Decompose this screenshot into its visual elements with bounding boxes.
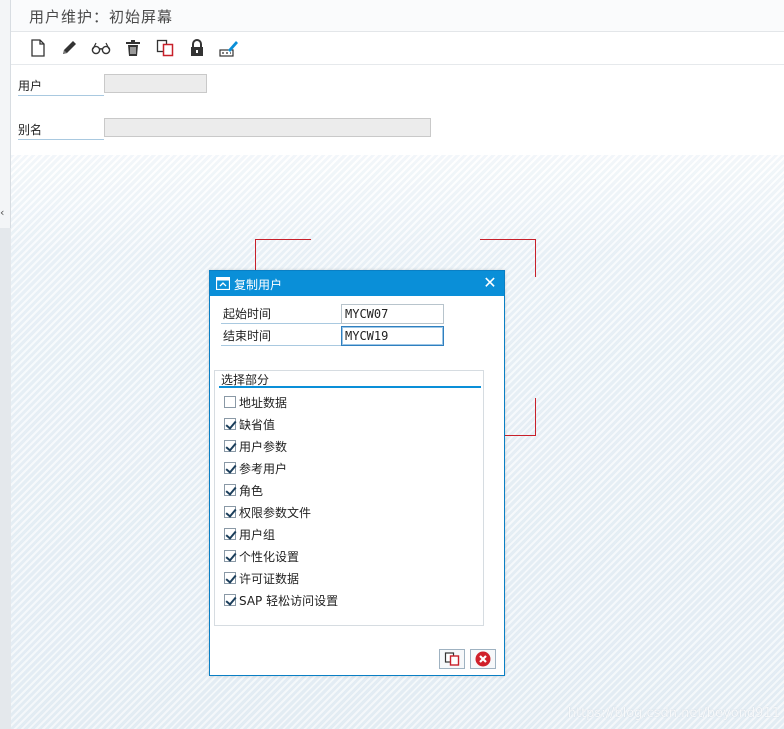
- checkbox[interactable]: [224, 572, 236, 584]
- option-label: 缺省值: [239, 417, 276, 432]
- option-personalization[interactable]: 个性化设置: [224, 547, 299, 565]
- alias-input[interactable]: [104, 118, 431, 137]
- create-button[interactable]: [26, 37, 50, 59]
- trash-icon: [126, 40, 140, 56]
- cancel-button[interactable]: [470, 649, 496, 669]
- copy-icon: [444, 652, 460, 666]
- user-input[interactable]: [104, 74, 207, 93]
- option-label: SAP 轻松访问设置: [239, 593, 339, 608]
- glasses-icon: [91, 42, 111, 55]
- group-title: 选择部分: [219, 372, 481, 388]
- copy-icon: [156, 39, 174, 57]
- close-icon[interactable]: ✕: [482, 274, 498, 292]
- copy-button[interactable]: [153, 37, 177, 59]
- copy-confirm-button[interactable]: [439, 649, 465, 669]
- lock-button[interactable]: [185, 37, 209, 59]
- copy-user-dialog: 复制用户 ✕ 起始时间 MYCW07 结束时间 MYCW19 选择部分 地址数据…: [209, 270, 505, 676]
- checkbox[interactable]: [224, 462, 236, 474]
- option-label: 用户参数: [239, 439, 288, 454]
- option-label: 许可证数据: [239, 571, 300, 586]
- password-pen-icon: [219, 41, 238, 57]
- lock-icon: [191, 39, 203, 56]
- display-button[interactable]: [89, 37, 113, 59]
- user-label: 用户: [18, 77, 104, 96]
- application-toolbar: [11, 32, 784, 65]
- option-user-parameters[interactable]: 用户参数: [224, 437, 287, 455]
- from-user-label: 起始时间: [221, 304, 341, 324]
- checkbox[interactable]: [224, 550, 236, 562]
- option-label: 地址数据: [239, 395, 288, 410]
- new-document-icon: [31, 39, 45, 57]
- change-password-button[interactable]: [217, 37, 241, 59]
- checkbox[interactable]: [224, 396, 236, 408]
- left-pane-bar: [0, 228, 11, 729]
- option-label: 用户组: [239, 527, 276, 542]
- option-roles[interactable]: 角色: [224, 481, 263, 499]
- option-user-groups[interactable]: 用户组: [224, 525, 275, 543]
- title-bar: 用户维护：初始屏幕: [11, 0, 784, 32]
- option-defaults[interactable]: 缺省值: [224, 415, 275, 433]
- pencil-icon: [63, 41, 76, 54]
- delete-button[interactable]: [121, 37, 145, 59]
- checkbox[interactable]: [224, 418, 236, 430]
- option-label: 权限参数文件: [239, 505, 312, 520]
- collapse-chevron-icon[interactable]: ‹: [0, 206, 6, 220]
- to-user-input[interactable]: MYCW19: [341, 326, 444, 346]
- selection-group: 选择部分 地址数据 缺省值 用户参数 参考用户 角色 权限参数文件 用户组 个性…: [214, 370, 484, 626]
- from-user-input[interactable]: MYCW07: [341, 304, 444, 324]
- option-label: 个性化设置: [239, 549, 300, 564]
- dialog-title: 复制用户: [234, 278, 283, 292]
- option-easy-access[interactable]: SAP 轻松访问设置: [224, 591, 338, 609]
- change-button[interactable]: [57, 37, 81, 59]
- dialog-window-icon: [216, 277, 230, 290]
- to-user-label: 结束时间: [221, 326, 341, 346]
- option-license-data[interactable]: 许可证数据: [224, 569, 299, 587]
- checkbox[interactable]: [224, 484, 236, 496]
- option-label: 角色: [239, 483, 264, 498]
- cancel-icon: [475, 651, 491, 667]
- left-splitter[interactable]: ‹: [0, 0, 11, 729]
- option-address-data[interactable]: 地址数据: [224, 393, 287, 411]
- page-title: 用户维护：初始屏幕: [29, 8, 174, 26]
- option-reference-user[interactable]: 参考用户: [224, 459, 287, 477]
- checkbox[interactable]: [224, 506, 236, 518]
- watermark: https://blog.csdn.net/beyond911: [567, 706, 780, 721]
- alias-label: 别名: [18, 121, 104, 140]
- checkbox[interactable]: [224, 594, 236, 606]
- checkbox[interactable]: [224, 528, 236, 540]
- checkbox[interactable]: [224, 440, 236, 452]
- option-profiles[interactable]: 权限参数文件: [224, 503, 311, 521]
- option-label: 参考用户: [239, 461, 288, 476]
- dialog-header: 复制用户 ✕: [210, 271, 504, 296]
